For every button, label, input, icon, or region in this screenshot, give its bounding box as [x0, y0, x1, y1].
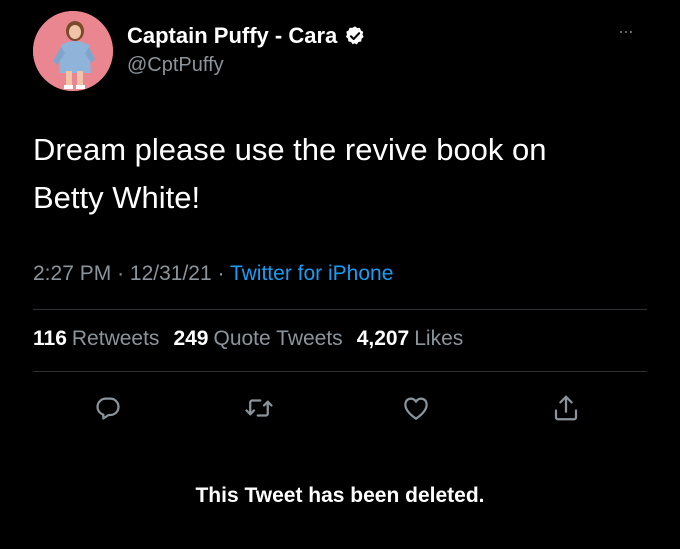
deleted-tweet-notice: This Tweet has been deleted.: [195, 484, 485, 507]
more-options-icon[interactable]: ···: [618, 22, 634, 40]
display-name: Captain Puffy - Cara: [127, 23, 338, 48]
heart-icon: [404, 397, 428, 420]
avatar-image: [33, 11, 113, 91]
likes-stat[interactable]: 4,207 Likes: [357, 327, 464, 351]
likes-label: Likes: [414, 327, 464, 350]
action-bar: [0, 392, 680, 424]
retweets-stat[interactable]: 116 Retweets: [33, 327, 159, 351]
tweet-time[interactable]: 2:27 PM: [33, 262, 111, 285]
share-button[interactable]: [550, 392, 582, 424]
like-button[interactable]: [400, 392, 432, 424]
display-name-row[interactable]: Captain Puffy - Cara: [127, 23, 366, 49]
retweets-count: 116: [33, 327, 67, 350]
reply-icon: [96, 397, 120, 420]
divider: [33, 371, 647, 372]
divider: [33, 309, 647, 310]
share-icon: [554, 395, 578, 421]
retweet-icon: [245, 399, 273, 417]
tweet-meta: 2:27 PM · 12/31/21 · Twitter for iPhone: [33, 262, 393, 286]
quote-tweets-label: Quote Tweets: [213, 327, 343, 350]
verified-badge-icon: [344, 25, 366, 47]
handle[interactable]: @CptPuffy: [127, 54, 224, 77]
meta-separator: ·: [217, 262, 225, 285]
likes-count: 4,207: [356, 327, 410, 350]
tweet-text-line: Dream please use the revive book on: [33, 132, 547, 167]
avatar[interactable]: [33, 11, 113, 91]
retweets-label: Retweets: [71, 327, 160, 350]
quote-tweets-count: 249: [173, 327, 209, 350]
meta-separator: ·: [117, 262, 125, 285]
retweet-button[interactable]: [243, 392, 275, 424]
quote-tweets-stat[interactable]: 249 Quote Tweets: [173, 327, 342, 351]
reply-button[interactable]: [92, 392, 124, 424]
tweet-date[interactable]: 12/31/21: [130, 262, 212, 285]
tweet-text: Dream please use the revive book on Bett…: [33, 126, 633, 222]
tweet-source-link[interactable]: Twitter for iPhone: [230, 262, 393, 285]
tweet-text-line: Betty White!: [33, 180, 201, 215]
engagement-stats: 116 Retweets 249 Quote Tweets 4,207 Likes: [33, 327, 463, 351]
